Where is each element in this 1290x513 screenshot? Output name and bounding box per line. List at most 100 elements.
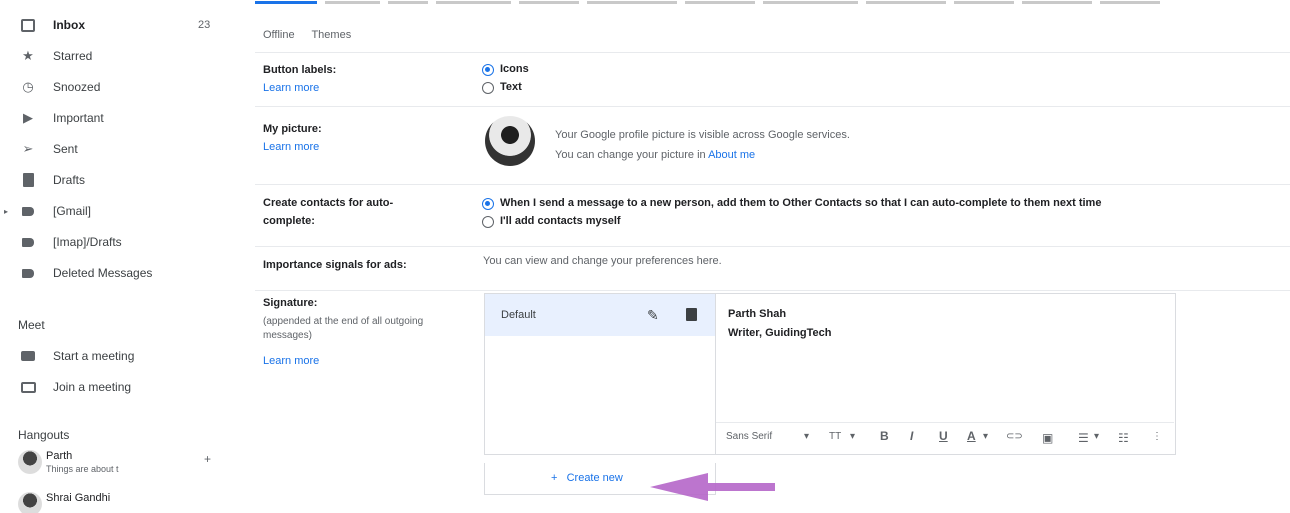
tab-offline[interactable]: Offline <box>263 29 295 41</box>
sidebar-item-important[interactable]: ▶ Important <box>0 105 240 131</box>
sidebar-item-label: Sent <box>53 142 78 156</box>
radio-icons[interactable] <box>482 64 494 76</box>
delete-trash-icon[interactable] <box>686 308 697 321</box>
picture-change-text: You can change your picture in About me <box>555 149 755 161</box>
radio-auto-add-contacts[interactable] <box>482 198 494 210</box>
sidebar-item-label: Join a meeting <box>53 380 132 394</box>
expand-arrow-icon[interactable]: ▸ <box>4 207 8 216</box>
video-icon <box>20 348 36 364</box>
dropdown-icon[interactable]: ▾ <box>983 431 988 442</box>
learn-more-link[interactable]: Learn more <box>263 141 319 153</box>
sidebar-item-label: Deleted Messages <box>53 266 153 280</box>
meet-section-title: Meet <box>18 318 45 332</box>
dropdown-icon[interactable]: ▾ <box>850 431 855 442</box>
signature-name: Default <box>501 309 536 321</box>
tab-themes[interactable]: Themes <box>311 29 351 41</box>
option-label: I'll add contacts myself <box>500 215 621 227</box>
contact-name: Shrai Gandhi <box>46 492 111 504</box>
keyboard-icon <box>20 379 36 395</box>
avatar <box>18 450 42 474</box>
bold-button[interactable]: B <box>880 429 889 443</box>
italic-button[interactable]: I <box>910 429 913 443</box>
contact-status: Things are about t <box>46 464 119 474</box>
clock-icon: ◷ <box>22 79 34 94</box>
sidebar-item-deleted-messages[interactable]: Deleted Messages <box>0 260 240 286</box>
dropdown-icon[interactable]: ▾ <box>1094 431 1099 442</box>
start-meeting-button[interactable]: Start a meeting <box>0 343 240 369</box>
importance-signals-setting: Importance signals for ads: You can view… <box>255 246 1290 286</box>
draft-icon <box>20 172 36 188</box>
settings-tabs-strip <box>255 0 1285 8</box>
auto-complete-contacts-setting: Create contacts for auto- complete: When… <box>255 184 1290 242</box>
dropdown-icon[interactable]: ▾ <box>804 431 809 442</box>
settings-panel: Offline Themes Button labels: Learn more… <box>245 0 1290 513</box>
sidebar-item-label: Inbox <box>53 18 85 32</box>
send-icon: ➢ <box>22 141 34 156</box>
sidebar-item-inbox[interactable]: Inbox 23 <box>0 12 240 38</box>
button-labels-setting: Button labels: Learn more Icons Text <box>255 52 1290 104</box>
sidebar-item-drafts[interactable]: Drafts <box>0 167 240 193</box>
sidebar-item-label: Starred <box>53 49 93 63</box>
hangouts-section-title: Hangouts <box>18 428 70 442</box>
new-hangout-icon[interactable]: + <box>204 452 211 466</box>
text-color-button[interactable]: A <box>967 429 976 443</box>
sidebar-item-starred[interactable]: ★ Starred <box>0 43 240 69</box>
hangout-contact[interactable]: Shrai Gandhi <box>16 490 241 513</box>
sidebar-item-sent[interactable]: ➢ Sent <box>0 136 240 162</box>
option-label: When I send a message to a new person, a… <box>500 197 1102 209</box>
importance-preferences-text[interactable]: You can view and change your preferences… <box>483 255 722 267</box>
learn-more-link[interactable]: Learn more <box>263 355 319 367</box>
radio-manual-contacts[interactable] <box>482 216 494 228</box>
hangout-contact[interactable]: Parth Things are about t + <box>16 448 241 480</box>
my-picture-setting: My picture: Learn more Your Google profi… <box>255 106 1290 182</box>
align-icon[interactable]: ☰ <box>1078 431 1089 445</box>
setting-label: My picture: <box>263 123 322 135</box>
more-formatting-icon[interactable]: ⋮ <box>1152 431 1162 442</box>
picture-info-text: Your Google profile picture is visible a… <box>555 129 850 141</box>
star-icon: ★ <box>22 48 34 63</box>
annotation-arrow-icon <box>650 473 775 501</box>
setting-label: Button labels: <box>263 64 337 76</box>
insert-link-icon[interactable]: ⊂⊃ <box>1006 431 1023 442</box>
signature-item-default[interactable]: Default ✎ <box>485 294 715 336</box>
formatting-toolbar: Sans Serif ▾ TT ▾ B I U A ▾ ⊂⊃ ▣ ☰ ▾ ☷ ⋮ <box>716 422 1174 452</box>
setting-label-line2: complete: <box>263 215 315 227</box>
setting-label: Importance signals for ads: <box>263 259 407 271</box>
edit-pencil-icon[interactable]: ✎ <box>647 307 659 324</box>
underline-button[interactable]: U <box>939 429 948 443</box>
unread-count: 23 <box>198 19 211 31</box>
sidebar-item-label: [Imap]/Drafts <box>53 235 122 249</box>
radio-text[interactable] <box>482 82 494 94</box>
join-meeting-button[interactable]: Join a meeting <box>0 374 240 400</box>
sidebar-item-label: Drafts <box>53 173 86 187</box>
setting-label: Signature: <box>263 297 318 309</box>
label-icon <box>20 203 36 219</box>
picture-change-prefix: You can change your picture in <box>555 149 709 161</box>
font-size-select[interactable]: TT <box>829 431 841 442</box>
option-label: Text <box>500 81 522 93</box>
profile-picture[interactable] <box>485 116 535 166</box>
about-me-link[interactable]: About me <box>708 149 755 161</box>
numbered-list-icon[interactable]: ☷ <box>1118 431 1129 445</box>
sidebar-item-label: Snoozed <box>53 80 101 94</box>
settings-subtabs: Offline Themes <box>263 29 365 41</box>
sidebar-item-label: Important <box>53 111 104 125</box>
signature-editor[interactable]: Parth Shah Writer, GuidingTech Sans Seri… <box>716 293 1176 455</box>
font-family-select[interactable]: Sans Serif <box>726 431 772 442</box>
sidebar-item-snoozed[interactable]: ◷ Snoozed <box>0 74 240 100</box>
option-label: Icons <box>500 63 529 75</box>
create-new-text: Create new <box>566 472 623 484</box>
signature-list: Default ✎ <box>484 293 716 455</box>
important-icon: ▶ <box>23 110 33 125</box>
contact-name: Parth <box>46 450 73 462</box>
sidebar-item-gmail[interactable]: ▸ [Gmail] <box>0 198 240 224</box>
learn-more-link[interactable]: Learn more <box>263 82 319 94</box>
sidebar-item-label: [Gmail] <box>53 204 92 218</box>
inbox-icon <box>20 17 36 33</box>
signature-note: (appended at the end of all outgoing mes… <box>263 316 424 341</box>
label-icon <box>20 265 36 281</box>
sidebar-item-imap-drafts[interactable]: [Imap]/Drafts <box>0 229 240 255</box>
setting-label-line1: Create contacts for auto- <box>263 197 394 209</box>
signature-line-1: Parth Shah <box>728 308 787 320</box>
insert-image-icon[interactable]: ▣ <box>1042 431 1053 445</box>
